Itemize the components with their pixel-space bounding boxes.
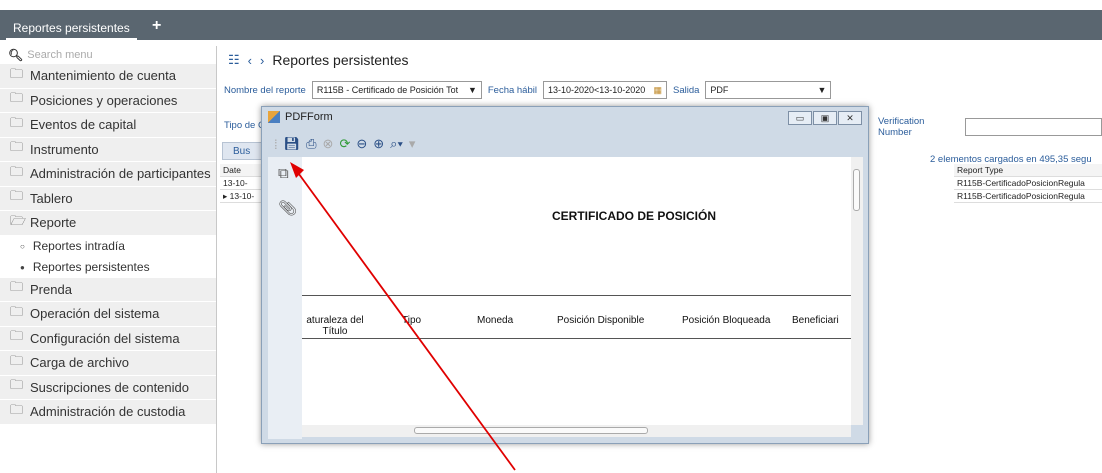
sidebar-item-carga-de-archivo[interactable]: 🗀 Carga de archivo <box>0 351 216 376</box>
results-grid-left: Date 13-10- ▸ 13-10- <box>220 164 262 203</box>
window-controls: ▭ ▣ ✕ <box>788 111 862 125</box>
table-row[interactable]: R115B-CertificadoPosicionRegula <box>954 190 1102 203</box>
app-icon <box>268 111 280 123</box>
filter-row: Nombre del reporte R115B - Certificado d… <box>224 81 832 99</box>
table-row[interactable]: ▸ 13-10- <box>220 190 262 203</box>
folder-icon: 🗀 <box>10 163 24 179</box>
top-tab-bar: Reportes persistentes + <box>0 0 1102 40</box>
sidebar-item-reporte[interactable]: 🗁 Reporte <box>0 211 216 236</box>
sidebar-item-eventos-de-capital[interactable]: 🗀 Eventos de capital <box>0 113 216 138</box>
print-icon[interactable]: ⎙ <box>306 136 316 152</box>
sidebar-item-administración-de-participantes[interactable]: 🗀 Administración de participantes <box>0 162 216 187</box>
page-title: Reportes persistentes <box>272 52 409 68</box>
folder-icon: 🗀 <box>10 401 24 417</box>
zoom-in-icon[interactable]: ⊕ <box>373 136 384 152</box>
folder-icon: 🗀 <box>10 114 24 130</box>
sidebar-item-suscripciones-de-contenido[interactable]: 🗀 Suscripciones de contenido <box>0 375 216 400</box>
minimize-button[interactable]: ▭ <box>788 111 812 125</box>
column-header-date[interactable]: Date <box>220 164 262 177</box>
verification-input[interactable] <box>965 118 1102 136</box>
column-beneficiario: Beneficiari <box>792 315 839 326</box>
output-select[interactable]: PDF ▼ <box>705 81 832 99</box>
pdf-side-rail: ⧉ 📎︎ <box>268 157 302 439</box>
grip-icon: ⁞ <box>274 136 278 152</box>
sidebar-item-mantenimiento-de-cuenta[interactable]: 🗀 Mantenimiento de cuenta <box>0 64 216 89</box>
column-posicion-disponible: Posición Disponible <box>557 315 645 326</box>
output-label: Salida <box>672 84 700 96</box>
business-date-field[interactable]: 13-10-2020<13-10-2020 ▦ <box>542 81 667 99</box>
pdf-form-window: PDFForm ▭ ▣ ✕ ⁞ 💾︎ ⎙ ⊗ ⟳ ⊖ ⊕ ⌕▾ ▾ ⧉ 📎︎ C… <box>261 106 869 444</box>
close-button[interactable]: ✕ <box>838 111 862 125</box>
maximize-button[interactable]: ▣ <box>813 111 837 125</box>
sidebar-sub-reportes-persistentes[interactable]: ● Reportes persistentes <box>0 256 216 278</box>
results-grid-right: Report Type R115B-CertificadoPosicionReg… <box>954 164 1102 203</box>
breadcrumb: ☷ ‹ › Reportes persistentes <box>228 52 409 68</box>
search-icon: 🔍︎ <box>8 48 24 62</box>
type-label: Tipo de C <box>224 120 265 131</box>
window-title: PDFForm <box>268 111 333 123</box>
business-date-label: Fecha hábil <box>487 84 537 96</box>
calendar-icon: ▦ <box>653 84 662 95</box>
table-row[interactable]: R115B-CertificadoPosicionRegula <box>954 177 1102 190</box>
forward-icon[interactable]: › <box>260 53 264 68</box>
column-naturaleza: aturaleza del Título <box>306 315 364 337</box>
folder-icon: 🗀 <box>10 328 24 344</box>
folder-icon: 🗀 <box>10 352 24 368</box>
add-tab-button[interactable]: + <box>152 17 161 35</box>
certificate-title: CERTIFICADO DE POSICIÓN <box>552 209 717 223</box>
sidebar-item-configuración-del-sistema[interactable]: 🗀 Configuración del sistema <box>0 326 216 351</box>
folder-icon: 🗀 <box>10 65 24 81</box>
folder-open-icon: 🗁 <box>10 212 27 228</box>
column-moneda: Moneda <box>477 315 514 326</box>
back-icon[interactable]: ‹ <box>248 53 252 68</box>
folder-icon: 🗀 <box>10 279 24 295</box>
pages-icon[interactable]: ⧉ <box>278 165 289 182</box>
zoom-out-icon[interactable]: ⊖ <box>356 136 367 152</box>
vertical-scrollbar[interactable] <box>851 157 863 425</box>
column-tipo: Tipo <box>402 315 422 326</box>
chevron-down-icon: ▼ <box>467 85 477 95</box>
sidebar-item-instrumento[interactable]: 🗀 Instrumento <box>0 137 216 162</box>
pdf-page: CERTIFICADO DE POSICIÓN aturaleza del Tí… <box>302 157 851 425</box>
horizontal-scrollbar[interactable] <box>302 425 851 437</box>
pdf-toolbar: ⁞ 💾︎ ⎙ ⊗ ⟳ ⊖ ⊕ ⌕▾ ▾ <box>268 133 858 155</box>
verification-label: Verification Number <box>878 116 925 138</box>
overflow-chevron-icon[interactable]: ▾ <box>409 136 416 152</box>
sidebar-item-prenda[interactable]: 🗀 Prenda <box>0 277 216 302</box>
sidebar-sub-reportes-intradia[interactable]: ○ Reportes intradía <box>0 235 216 257</box>
folder-icon: 🗀 <box>10 377 24 393</box>
scroll-thumb[interactable] <box>414 427 648 434</box>
folder-icon: 🗀 <box>10 90 24 106</box>
filled-bullet-icon: ● <box>20 262 25 272</box>
tab-reportes-persistentes[interactable]: Reportes persistentes <box>6 18 137 40</box>
folder-icon: 🗀 <box>10 303 24 319</box>
report-name-label: Nombre del reporte <box>224 84 306 96</box>
sidebar-item-posiciones-y-operaciones[interactable]: 🗀 Posiciones y operaciones <box>0 88 216 113</box>
sidebar: 🔍︎ Search menu 🗀 Mantenimiento de cuenta 🗀… <box>0 46 217 473</box>
folder-icon: 🗀 <box>10 188 24 204</box>
search-placeholder: Search menu <box>27 49 93 61</box>
scroll-thumb[interactable] <box>853 169 860 211</box>
sitemap-icon[interactable]: ☷ <box>228 52 240 68</box>
sidebar-item-administración-de-custodia[interactable]: 🗀 Administración de custodia <box>0 400 216 425</box>
table-row[interactable]: 13-10- <box>220 177 262 190</box>
tab-strip <box>0 10 1102 40</box>
table-top-rule <box>302 295 851 296</box>
circle-bullet-icon: ○ <box>20 241 25 251</box>
sidebar-item-operación-del-sistema[interactable]: 🗀 Operación del sistema <box>0 302 216 327</box>
folder-icon: 🗀 <box>10 139 24 155</box>
refresh-icon[interactable]: ⟳ <box>339 136 350 152</box>
save-icon[interactable]: 💾︎ <box>284 136 301 152</box>
search-menu[interactable]: 🔍︎ Search menu <box>0 46 216 64</box>
verification-group: Verification Number <box>878 116 1102 138</box>
table-header-rule <box>302 338 851 339</box>
report-name-select[interactable]: R115B - Certificado de Posición Tot ▼ <box>311 81 482 99</box>
column-header-report-type[interactable]: Report Type <box>954 164 1102 177</box>
sidebar-item-tablero[interactable]: 🗀 Tablero <box>0 186 216 211</box>
chevron-down-icon: ▼ <box>817 85 827 95</box>
column-posicion-bloqueada: Posición Bloqueada <box>682 315 771 326</box>
zoom-menu-icon[interactable]: ⌕▾ <box>390 136 403 152</box>
stop-icon[interactable]: ⊗ <box>323 136 334 152</box>
attachment-icon[interactable]: 📎︎ <box>278 199 297 217</box>
